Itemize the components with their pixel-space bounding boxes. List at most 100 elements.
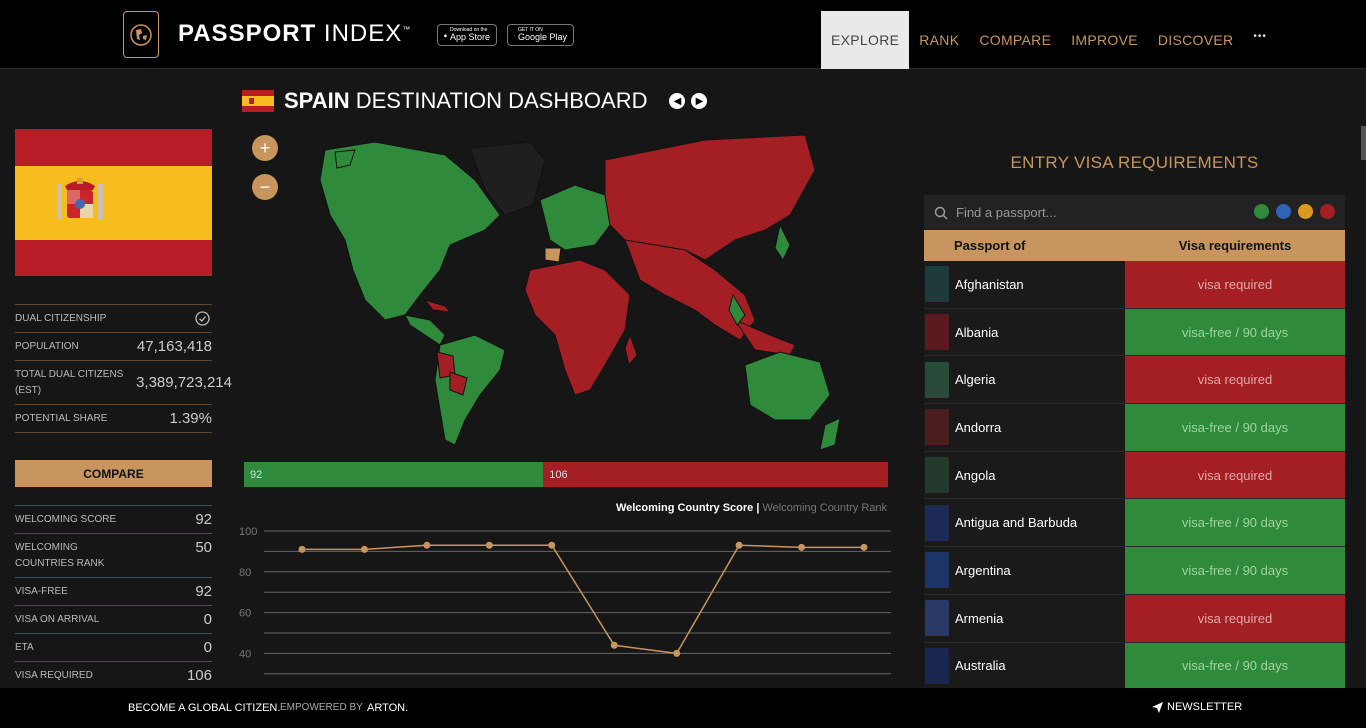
dashboard-title: SPAIN DESTINATION DASHBOARD ◀ ▶ — [242, 88, 708, 114]
map-region-europe[interactable] — [539, 184, 611, 251]
welcoming-score-value: 92 — [195, 511, 212, 528]
legend-rank[interactable]: Welcoming Country Rank — [762, 502, 887, 514]
visa-on-arrival-value: 0 — [203, 611, 212, 628]
table-row[interactable]: Antigua and Barbuda visa-free / 90 days — [924, 499, 1345, 548]
more-menu-icon[interactable]: ••• — [1243, 11, 1277, 69]
passport-cover-icon — [925, 361, 949, 398]
brand-title[interactable]: PASSPORT INDEX™ — [178, 20, 411, 48]
map-region-africa[interactable] — [524, 259, 631, 396]
map-region-spain[interactable] — [544, 247, 562, 263]
passport-cover-icon — [925, 552, 949, 589]
score-point[interactable] — [548, 541, 556, 549]
visa-requirements-panel: ENTRY VISA REQUIREMENTS Find a passport.… — [924, 130, 1345, 691]
score-point[interactable] — [360, 545, 368, 553]
compare-button[interactable]: COMPARE — [15, 460, 212, 487]
map-region-madagascar[interactable] — [624, 333, 638, 367]
newsletter-link[interactable]: NEWSLETTER — [1152, 701, 1242, 713]
table-row[interactable]: Algeria visa required — [924, 356, 1345, 405]
table-row[interactable]: Armenia visa required — [924, 594, 1345, 643]
map-region-north-america[interactable] — [319, 141, 501, 321]
table-row[interactable]: Andorra visa-free / 90 days — [924, 404, 1345, 452]
passport-country: Armenia — [955, 610, 1004, 626]
prev-country-button[interactable]: ◀ — [669, 93, 686, 109]
map-region-cuba[interactable] — [423, 299, 452, 313]
passport-cell: Algeria — [924, 356, 1125, 404]
nav-discover[interactable]: DISCOVER — [1148, 11, 1244, 69]
nav-rank[interactable]: RANK — [909, 11, 969, 69]
passport-cell: Albania — [924, 308, 1125, 356]
passport-country: Antigua and Barbuda — [955, 515, 1078, 531]
nav-explore[interactable]: EXPLORE — [821, 11, 910, 69]
passport-search[interactable]: Find a passport... — [924, 195, 1345, 230]
footer-empowered: EMPOWERED BY — [280, 702, 363, 713]
filter-visa-on-arrival[interactable] — [1276, 203, 1291, 219]
filter-visa-required[interactable] — [1320, 203, 1335, 219]
visa-type-filters — [1247, 203, 1335, 222]
map-region-central-america[interactable] — [404, 314, 446, 346]
score-point[interactable] — [798, 543, 806, 551]
nav-compare[interactable]: COMPARE — [969, 11, 1061, 69]
table-header: Passport of Visa requirements — [924, 230, 1345, 261]
potential-share-row: POTENTIAL SHARE 1.39% — [15, 405, 212, 433]
map-region-asia[interactable] — [624, 239, 756, 341]
filter-eta[interactable] — [1298, 203, 1313, 219]
passport-cell: Angola — [924, 451, 1125, 499]
footer: BECOME A GLOBAL CITIZEN. EMPOWERED BY AR… — [0, 688, 1366, 728]
score-point[interactable] — [610, 641, 618, 649]
arton-link[interactable]: ARTON. — [367, 702, 408, 714]
filter-visa-free[interactable] — [1254, 203, 1269, 219]
passport-country: Afghanistan — [955, 276, 1024, 292]
play-store-icon — [514, 34, 515, 36]
welcoming-rank-value: 50 — [195, 539, 212, 556]
google-play-button[interactable]: GET IT ON Google Play — [507, 24, 574, 46]
visa-table: Afghanistan visa required Albania visa-free… — [924, 261, 1345, 691]
dual-citizenship-row: DUAL CITIZENSHIP — [15, 305, 212, 333]
score-point[interactable] — [860, 543, 868, 551]
population-row: POPULATION 47,163,418 — [15, 333, 212, 361]
score-point[interactable] — [673, 649, 681, 657]
visa-requirement-cell: visa-free / 90 days — [1125, 308, 1345, 356]
passport-cell: Andorra — [924, 404, 1125, 451]
score-point[interactable] — [423, 541, 431, 549]
score-point[interactable] — [735, 541, 743, 549]
dashboard-subtitle: DESTINATION DASHBOARD — [355, 88, 648, 113]
map-region-indonesia[interactable] — [733, 318, 796, 356]
next-country-button[interactable]: ▶ — [691, 93, 708, 109]
search-input[interactable]: Find a passport... — [956, 205, 1239, 220]
score-point[interactable] — [298, 545, 306, 553]
visa-required-row: VISA REQUIRED 106 — [15, 662, 212, 690]
welcoming-score-row: WELCOMING SCORE 92 — [15, 506, 212, 534]
legend-score[interactable]: Welcoming Country Score — [616, 502, 753, 514]
table-row[interactable]: Australia visa-free / 90 days — [924, 642, 1345, 691]
page-scrollbar[interactable] — [1361, 126, 1366, 160]
col-passport[interactable]: Passport of — [924, 230, 1125, 261]
dual-citizenship-label: DUAL CITIZENSHIP — [15, 313, 107, 324]
total-dual-citizens-value: 3,389,723,214 — [136, 374, 232, 391]
score-bar: 92 106 — [244, 462, 888, 487]
table-row[interactable]: Angola visa required — [924, 451, 1345, 500]
passport-country: Angola — [955, 467, 996, 483]
passport-cell: Afghanistan — [924, 261, 1125, 308]
visa-requirement-cell: visa required — [1125, 261, 1345, 308]
footer-slogan: BECOME A GLOBAL CITIZEN. — [128, 702, 281, 714]
app-store-button[interactable]: Download on the App Store — [437, 24, 497, 46]
passport-country: Andorra — [955, 419, 1002, 435]
nav-improve[interactable]: IMPROVE — [1061, 11, 1148, 69]
table-row[interactable]: Afghanistan visa required — [924, 261, 1345, 309]
score-point[interactable] — [485, 541, 493, 549]
map-region-japan[interactable] — [774, 223, 791, 262]
welcoming-score-label: WELCOMING SCORE — [15, 514, 117, 525]
table-row[interactable]: Argentina visa-free / 90 days — [924, 547, 1345, 595]
newsletter-label: NEWSLETTER — [1167, 701, 1243, 713]
table-row[interactable]: Albania visa-free / 90 days — [924, 308, 1345, 357]
col-visa[interactable]: Visa requirements — [1125, 230, 1345, 261]
country-name: SPAIN — [284, 88, 350, 113]
map-region-australia[interactable] — [744, 351, 831, 421]
y-tick-label: 60 — [239, 608, 251, 620]
spain-flag — [15, 129, 212, 276]
main-nav: EXPLORE RANK COMPARE IMPROVE DISCOVER ••… — [821, 11, 1277, 69]
map-region-south-america[interactable] — [434, 334, 506, 446]
map-region-new-zealand[interactable] — [819, 417, 841, 450]
passport-logo[interactable] — [123, 11, 159, 58]
world-map[interactable] — [245, 120, 865, 450]
